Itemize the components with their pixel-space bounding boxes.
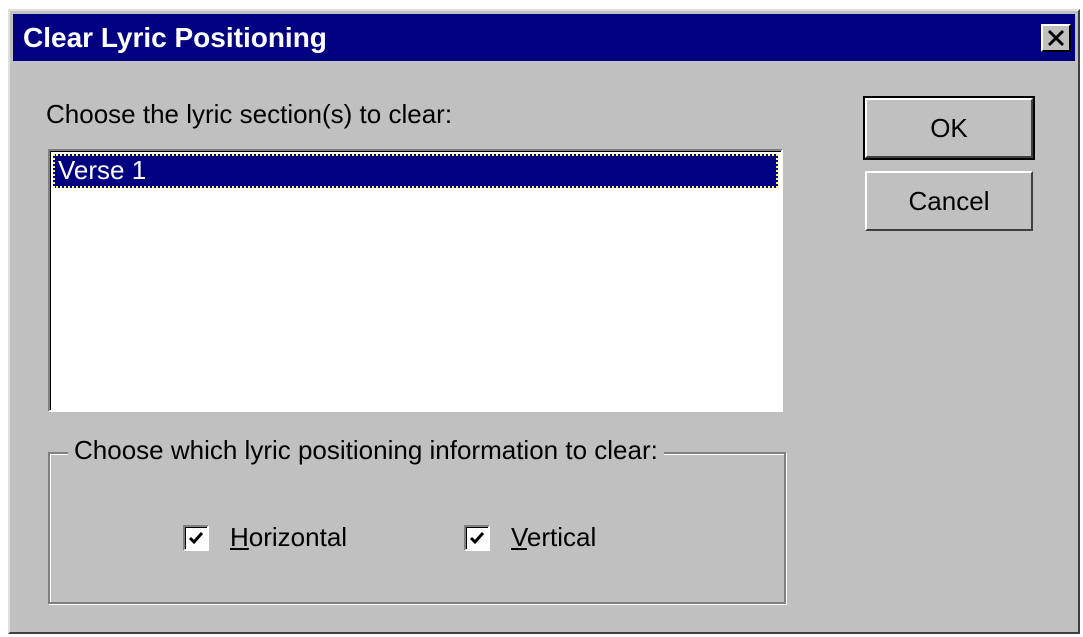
cancel-button[interactable]: Cancel [865,171,1033,231]
positioning-groupbox: Choose which lyric positioning informati… [48,435,786,604]
horizontal-label[interactable]: Horizontal [230,522,347,553]
checkmark-icon [469,532,485,545]
checkmark-icon [188,532,204,545]
close-x-icon [1047,29,1065,47]
ok-button[interactable]: OK [863,96,1035,160]
horizontal-mnemonic: H [230,522,249,552]
vertical-checkbox[interactable] [464,525,490,551]
sections-prompt: Choose the lyric section(s) to clear: [46,99,453,129]
vertical-label[interactable]: Vertical [511,522,596,553]
vertical-mnemonic: V [511,522,527,552]
dialog-title: Clear Lyric Positioning [23,22,327,53]
clear-lyric-positioning-dialog: Clear Lyric Positioning Choose the lyric… [8,9,1080,634]
horizontal-checkbox[interactable] [183,525,209,551]
vertical-label-rest: ertical [526,522,597,552]
list-item-verse-1[interactable]: Verse 1 [53,154,778,188]
positioning-legend: Choose which lyric positioning informati… [68,435,664,466]
horizontal-label-rest: orizontal [248,522,348,552]
close-button[interactable] [1041,24,1071,52]
lyric-sections-listbox[interactable]: Verse 1 [48,149,783,412]
title-bar[interactable]: Clear Lyric Positioning [13,14,1075,61]
